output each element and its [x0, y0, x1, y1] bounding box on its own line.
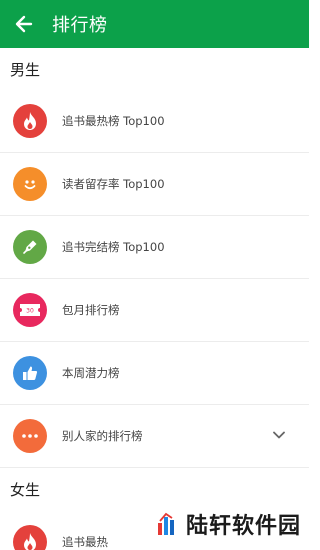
list-item-others[interactable]: 别人家的排行榜 — [0, 405, 309, 468]
svg-text:30: 30 — [26, 308, 34, 315]
list-item-label: 追书完结榜 Top100 — [62, 240, 165, 254]
list-item-label: 包月排行榜 — [62, 303, 120, 317]
section-title-male: 男生 — [0, 48, 309, 90]
list-item-potential[interactable]: 本周潜力榜 — [0, 342, 309, 405]
watermark: 陆轩软件园 — [156, 508, 301, 540]
thumbs-up-icon — [13, 356, 47, 390]
chevron-down-icon[interactable] — [271, 427, 287, 443]
flame-icon — [13, 104, 47, 138]
list-item-label: 本周潜力榜 — [62, 366, 120, 380]
list-item-finished[interactable]: 追书完结榜 Top100 — [0, 216, 309, 279]
list-item-label: 别人家的排行榜 — [62, 429, 143, 443]
back-button[interactable] — [0, 0, 48, 48]
list-item-hot[interactable]: 追书最热榜 Top100 — [0, 90, 309, 153]
list-item-monthly[interactable]: 30 包月排行榜 — [0, 279, 309, 342]
watermark-text: 陆轩软件园 — [185, 514, 301, 539]
list-item-label: 追书最热榜 Top100 — [62, 114, 165, 128]
watermark-logo-icon — [157, 512, 174, 535]
pen-icon — [13, 230, 47, 264]
list-item-retention[interactable]: 读者留存率 Top100 — [0, 153, 309, 216]
more-icon — [13, 419, 47, 453]
smiley-icon — [13, 167, 47, 201]
section-title-female: 女生 — [0, 468, 309, 510]
page-title: 排行榜 — [52, 15, 108, 36]
list-item-label: 读者留存率 Top100 — [62, 177, 165, 191]
list-item-label: 追书最热 — [62, 534, 108, 549]
ticket-icon: 30 — [13, 293, 47, 327]
arrow-left-icon — [15, 15, 33, 33]
flame-icon — [13, 524, 47, 550]
app-bar: 排行榜 — [0, 0, 309, 48]
